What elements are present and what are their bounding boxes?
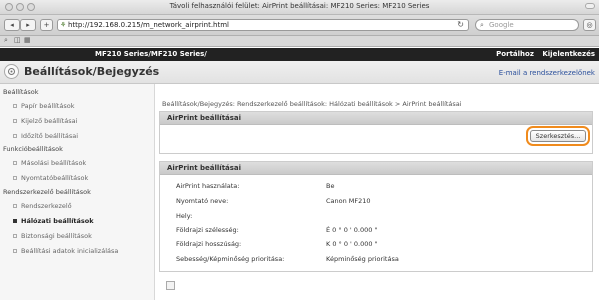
back-arrow-icon: ◂ [10, 21, 14, 29]
sidebar-item-security-settings[interactable]: Biztonsági beállítások [13, 232, 92, 240]
setting-label: Nyomtató neve: [176, 197, 229, 205]
site-favicon-icon: ⚘ [60, 21, 67, 29]
search-icon: ⌕ [480, 21, 484, 29]
sidebar: Beállítások Papír beállítások Kijelző be… [0, 84, 155, 300]
top-sites-icon[interactable]: ▦ [24, 36, 31, 44]
edit-button[interactable]: Szerkesztés... [530, 130, 586, 142]
sidebar-item-label: Hálózati beállítások [21, 217, 94, 225]
sidebar-item-label: Másolási beállítások [21, 159, 87, 167]
breadcrumb: Beállítások/Bejegyzés: Rendszerkezelő be… [162, 100, 462, 108]
sidebar-item-network-settings[interactable]: Hálózati beállítások [13, 217, 94, 225]
device-name: MF210 Series/MF210 Series/ [95, 50, 207, 58]
panel-title: AirPrint beállításai [167, 164, 242, 172]
device-header-bar: MF210 Series/MF210 Series/ Portálhoz Kij… [0, 48, 599, 61]
reading-list-icon[interactable]: ⌕ [4, 36, 8, 45]
sidebar-item-label: Rendszerkezelő [21, 202, 72, 210]
setting-value: É 0 ° 0 ' 0.000 " [326, 226, 378, 234]
sidebar-item-paper-settings[interactable]: Papír beállítások [13, 102, 74, 110]
reload-icon[interactable]: ↻ [457, 20, 464, 29]
download-icon: ◎ [586, 21, 593, 29]
bullet-icon [13, 234, 17, 238]
bullet-icon [13, 161, 17, 165]
sidebar-item-initialize-settings[interactable]: Beállítási adatok inicializálása [13, 247, 118, 255]
search-field[interactable]: ⌕ Google [475, 19, 579, 31]
plus-icon: + [43, 21, 50, 29]
forward-button[interactable]: ▸ [20, 19, 36, 31]
bookmarks-bar: ⌕ ◫ ▦ [0, 36, 599, 47]
bullet-icon [13, 219, 17, 223]
setting-value: K 0 ° 0 ' 0.000 " [326, 240, 378, 248]
setting-value: Képminőség prioritása [326, 255, 399, 263]
portal-link[interactable]: Portálhoz [496, 50, 534, 58]
window-title: Távoli felhasználói felület: AirPrint be… [169, 2, 430, 10]
setting-value: Be [326, 182, 335, 190]
airprint-edit-panel: AirPrint beállításai Szerkesztés... [159, 111, 593, 154]
setting-label: AirPrint használata: [176, 182, 240, 190]
setting-label: Hely: [176, 212, 193, 220]
print-icon[interactable] [166, 281, 175, 290]
bullet-icon [13, 104, 17, 108]
sidebar-section-admin-settings[interactable]: Rendszerkezelő beállítások [3, 188, 91, 196]
sidebar-item-label: Papír beállítások [21, 102, 75, 110]
setting-value: Canon MF210 [326, 197, 371, 205]
sidebar-section-function-settings[interactable]: Funkcióbeállítások [3, 145, 63, 153]
panel-title: AirPrint beállításai [167, 114, 242, 122]
bullet-icon [13, 134, 17, 138]
page-title: Beállítások/Bejegyzés [24, 65, 160, 78]
window-titlebar: Távoli felhasználói felület: AirPrint be… [0, 0, 599, 15]
sidebar-item-label: Időzítő beállításai [21, 132, 79, 140]
sidebar-item-timer-settings[interactable]: Időzítő beállításai [13, 132, 78, 140]
sidebar-item-label: Kijelző beállításai [21, 117, 78, 125]
logout-link[interactable]: Kijelentkezés [542, 50, 595, 58]
bullet-icon [13, 249, 17, 253]
search-placeholder: Google [489, 21, 514, 29]
sidebar-item-copy-settings[interactable]: Másolási beállítások [13, 159, 86, 167]
bullet-icon [13, 204, 17, 208]
address-bar[interactable]: ⚘ http://192.168.0.215/m_network_airprin… [57, 19, 469, 31]
sidebar-item-printer-settings[interactable]: Nyomtatóbeállítások [13, 174, 88, 182]
bullet-icon [13, 176, 17, 180]
bookmarks-icon[interactable]: ◫ [14, 36, 21, 44]
header-links: Portálhoz Kijelentkezés [496, 50, 595, 58]
downloads-button[interactable]: ◎ [583, 19, 596, 31]
sidebar-item-label: Nyomtatóbeállítások [21, 174, 89, 182]
bullet-icon [13, 119, 17, 123]
sidebar-item-display-settings[interactable]: Kijelző beállításai [13, 117, 77, 125]
setting-label: Sebesség/Képminőség prioritása: [176, 255, 285, 263]
setting-label: Földrajzi szélesség: [176, 226, 239, 234]
forward-arrow-icon: ▸ [26, 21, 30, 29]
toolbar-toggle-button[interactable] [585, 3, 595, 9]
airprint-settings-panel: AirPrint beállításai AirPrint használata… [159, 161, 593, 272]
setting-label: Földrajzi hosszúság: [176, 240, 242, 248]
address-url: http://192.168.0.215/m_network_airprint.… [68, 21, 229, 29]
browser-toolbar: ◂ ▸ + ⚘ http://192.168.0.215/m_network_a… [0, 15, 599, 36]
panel-header: AirPrint beállításai [160, 162, 592, 175]
sidebar-item-label: Beállítási adatok inicializálása [21, 247, 119, 255]
add-bookmark-button[interactable]: + [40, 19, 53, 31]
email-admin-link[interactable]: E-mail a rendszerkezelőnek [499, 69, 595, 77]
page-header: Beállítások/Bejegyzés E-mail a rendszerk… [0, 61, 599, 84]
settings-logo-icon [4, 64, 19, 79]
back-button[interactable]: ◂ [4, 19, 20, 31]
panel-header: AirPrint beállításai [160, 112, 592, 125]
sidebar-section-settings[interactable]: Beállítások [3, 88, 39, 96]
sidebar-item-system-manager[interactable]: Rendszerkezelő [13, 202, 72, 210]
sidebar-item-label: Biztonsági beállítások [21, 232, 92, 240]
